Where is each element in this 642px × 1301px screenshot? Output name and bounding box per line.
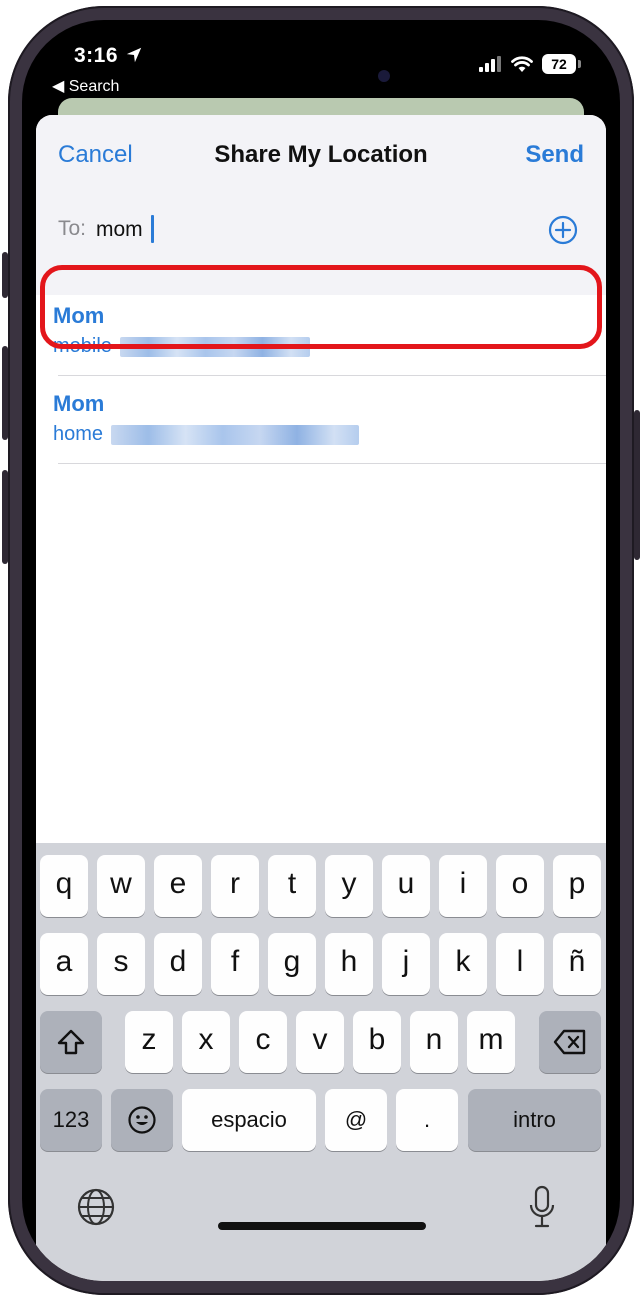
row-separator bbox=[58, 463, 606, 464]
key-k[interactable]: k bbox=[439, 933, 487, 995]
power-button bbox=[634, 410, 640, 560]
recipient-input[interactable] bbox=[96, 215, 516, 245]
globe-icon[interactable] bbox=[76, 1187, 116, 1227]
contact-result-home[interactable]: Mom home bbox=[36, 375, 606, 463]
key-p[interactable]: p bbox=[553, 855, 601, 917]
key-t[interactable]: t bbox=[268, 855, 316, 917]
key-m[interactable]: m bbox=[467, 1011, 515, 1073]
front-camera bbox=[378, 70, 390, 82]
action-button bbox=[2, 252, 8, 298]
period-key[interactable]: . bbox=[396, 1089, 458, 1151]
contact-detail-label: home bbox=[53, 423, 104, 445]
key-u[interactable]: u bbox=[382, 855, 430, 917]
key-j[interactable]: j bbox=[382, 933, 430, 995]
microphone-icon[interactable] bbox=[528, 1185, 556, 1229]
key-l[interactable]: l bbox=[496, 933, 544, 995]
status-time: 3:16 bbox=[74, 44, 119, 67]
add-contact-icon[interactable] bbox=[548, 215, 578, 245]
key-d[interactable]: d bbox=[154, 933, 202, 995]
send-button[interactable]: Send bbox=[525, 141, 584, 169]
contact-detail: home bbox=[53, 423, 360, 446]
key-r[interactable]: r bbox=[211, 855, 259, 917]
emoji-icon bbox=[128, 1106, 156, 1134]
key-z[interactable]: z bbox=[125, 1011, 173, 1073]
emoji-key[interactable] bbox=[111, 1089, 173, 1151]
dynamic-island bbox=[242, 54, 400, 102]
key-y[interactable]: y bbox=[325, 855, 373, 917]
redacted-email bbox=[111, 424, 360, 445]
return-key[interactable]: intro bbox=[468, 1089, 601, 1151]
volume-down-button bbox=[2, 470, 8, 564]
numbers-key[interactable]: 123 bbox=[40, 1089, 102, 1151]
to-field-row: To: bbox=[58, 215, 588, 257]
key-g[interactable]: g bbox=[268, 933, 316, 995]
screen: 3:16 ◀ Search 72 Cancel Share My Locatio… bbox=[22, 20, 620, 1281]
volume-up-button bbox=[2, 346, 8, 440]
home-indicator[interactable] bbox=[218, 1222, 426, 1230]
key-b[interactable]: b bbox=[353, 1011, 401, 1073]
key-v[interactable]: v bbox=[296, 1011, 344, 1073]
sheet-title: Share My Location bbox=[214, 141, 428, 168]
highlight-annotation bbox=[40, 265, 602, 349]
space-key[interactable]: espacio bbox=[182, 1089, 316, 1151]
to-label: To: bbox=[58, 217, 87, 240]
key-f[interactable]: f bbox=[211, 933, 259, 995]
contact-name: Mom bbox=[53, 391, 105, 416]
location-arrow-icon bbox=[126, 47, 142, 63]
shift-key[interactable] bbox=[40, 1011, 102, 1073]
wifi-icon bbox=[511, 56, 533, 72]
text-caret bbox=[151, 215, 154, 243]
key-s[interactable]: s bbox=[97, 933, 145, 995]
key-n[interactable]: n bbox=[410, 1011, 458, 1073]
share-location-sheet: Cancel Share My Location Send To: Mom mo… bbox=[36, 115, 606, 1281]
key-i[interactable]: i bbox=[439, 855, 487, 917]
backspace-icon bbox=[553, 1029, 586, 1055]
key-a[interactable]: a bbox=[40, 933, 88, 995]
key-x[interactable]: x bbox=[182, 1011, 230, 1073]
cellular-signal-icon bbox=[479, 56, 501, 72]
back-to-search-link[interactable]: ◀ Search bbox=[52, 76, 119, 96]
key-w[interactable]: w bbox=[97, 855, 145, 917]
key-h[interactable]: h bbox=[325, 933, 373, 995]
battery-tip bbox=[578, 60, 581, 68]
key-q[interactable]: q bbox=[40, 855, 88, 917]
key-n-tilde[interactable]: ñ bbox=[553, 933, 601, 995]
key-o[interactable]: o bbox=[496, 855, 544, 917]
keyboard: q w e r t y u i o p a s d f g h j k l ñ … bbox=[36, 843, 606, 1281]
battery-icon: 72 bbox=[542, 54, 576, 74]
delete-key[interactable] bbox=[539, 1011, 601, 1073]
key-e[interactable]: e bbox=[154, 855, 202, 917]
key-c[interactable]: c bbox=[239, 1011, 287, 1073]
shift-icon bbox=[57, 1029, 85, 1055]
at-key[interactable]: @ bbox=[325, 1089, 387, 1151]
